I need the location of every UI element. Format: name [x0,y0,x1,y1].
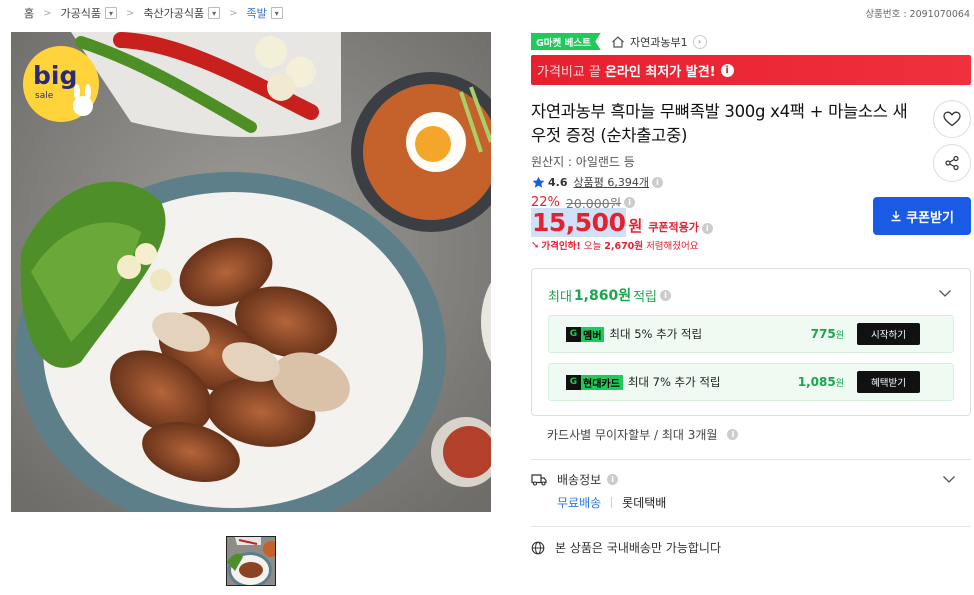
rewards-header[interactable]: 최대 1,860원 적립 i [548,285,672,305]
price-drop-prefix: 가격인하! [541,241,581,252]
reward-tag: G 멤버 [566,326,605,342]
gmarket-best-badge: G마켓 베스트 [531,33,601,50]
price-drop-text: 오늘 [583,241,602,252]
share-button[interactable] [933,144,971,182]
divider [611,497,613,508]
reward-text: 최대 7% 추가 적립 [627,375,721,389]
rewards-box: 최대 1,860원 적립 i G 멤버 최대 5% 추가 적립 775원 시작하기… [531,268,971,416]
installment-info: 카드사별 무이자할부 / 최대 3개월 i [547,426,739,443]
coupon-button-label: 쿠폰받기 [906,210,954,226]
product-main-image[interactable]: big sale [11,32,491,512]
truck-icon [531,474,547,486]
lowest-price-banner[interactable]: 가격비교 끝 온라인 최저가 발견! i [531,55,971,85]
reward-amount-unit: 원 [835,331,844,341]
gmarket-logo-icon: G [566,326,581,342]
gmarket-logo-icon: G [566,374,581,390]
chevron-down-icon[interactable]: ▾ [208,7,221,19]
divider [531,459,971,460]
share-icon [945,155,959,171]
reward-amount: 1,085원 [798,375,844,389]
rewards-head-amount: 1,860원 [573,288,632,304]
reward-tag-label: 멤버 [583,330,602,342]
reward-row-hyundai-card: G 현대카드 최대 7% 추가 적립 1,085원 혜택받기 [548,363,954,401]
thumbnail-image [227,537,275,585]
chevron-right-icon: › [692,34,707,49]
breadcrumb-separator-icon: > [126,7,135,19]
wishlist-button[interactable] [933,100,971,138]
reviews-count: 6,394개 [607,176,649,189]
carrier-name: 롯데택배 [622,496,667,510]
heart-icon [943,111,961,127]
reward-text: 최대 5% 추가 적립 [609,327,703,341]
shipping-details: 무료배송 롯데택배 [557,494,666,511]
download-icon [891,211,901,222]
reward-amount-value: 775 [810,327,836,341]
breadcrumb-separator-icon: > [229,7,238,19]
origin-text: 원산지 : 아일랜드 등 [531,155,635,169]
info-icon[interactable]: i [720,63,734,77]
reward-amount: 775원 [811,327,844,341]
info-icon[interactable]: i [652,176,663,188]
lowest-price-text: 온라인 최저가 발견! [604,64,716,80]
breadcrumb-processed-food[interactable]: 가공식품 [61,5,101,21]
breadcrumb-jokbal[interactable]: 족발 [247,5,267,21]
chevron-down-icon[interactable]: ▾ [105,7,117,19]
start-button[interactable]: 시작하기 [857,323,920,345]
sale-price-number: 15,500 [531,208,627,237]
reward-amount-value: 1,085 [797,375,836,389]
reward-tag-label: 현대카드 [583,378,620,390]
coupon-button[interactable]: 쿠폰받기 [873,197,971,235]
coupon-applied-label: 쿠폰적용가 [648,221,699,234]
info-icon[interactable]: i [624,197,636,208]
shop-link[interactable]: 자연과농부1 › [611,33,707,50]
arrow-down-icon: ➘ [531,239,540,251]
info-icon[interactable]: i [607,474,619,485]
breadcrumb: 홈 > 가공식품 ▾ > 축산가공식품 ▾ > 족발 ▾ [24,5,283,21]
reward-row-member: G 멤버 최대 5% 추가 적립 775원 시작하기 [548,315,954,353]
info-icon[interactable]: i [660,289,672,301]
sale-price-currency: 원 [628,217,643,235]
sale-badge-text: sale [35,91,54,101]
globe-icon [531,541,545,554]
breadcrumb-home[interactable]: 홈 [24,5,34,21]
divider [531,526,971,527]
rating: 4.6 상품평 6,394개 i [532,174,663,190]
chevron-down-icon[interactable] [938,286,952,300]
rewards-head-prefix: 최대 [548,289,572,305]
price-drop-amount: 2,670원 [604,241,644,252]
domestic-shipping-notice: 본 상품은 국내배송만 가능합니다 [531,539,721,556]
star-icon [532,176,545,188]
reviews-link[interactable]: 상품평 6,394개 [574,174,650,190]
rating-score: 4.6 [548,175,568,189]
info-icon[interactable]: i [701,223,713,234]
installment-text: 카드사별 무이자할부 / 최대 3개월 [547,428,718,442]
breadcrumb-separator-icon: > [43,7,52,19]
product-thumbnail[interactable] [226,536,276,586]
product-photo: big sale [11,32,491,512]
rewards-head-suffix: 적립 [633,289,658,305]
lowest-price-prefix: 가격비교 끝 [537,64,601,80]
big-sale-badge-text: big [33,61,77,90]
reviews-label: 상품평 [573,176,604,189]
product-title: 자연과농부 흑마늘 무뼈족발 300g x4팩 + 마늘소스 새우젓 증정 (순… [531,102,908,145]
shipping-label: 배송정보 [557,473,602,487]
product-number: 상품번호 : 2091070064 [865,9,970,20]
reward-amount-unit: 원 [835,379,844,389]
price-drop-suffix: 저렴해졌어요 [646,241,699,252]
chevron-down-icon[interactable]: ▾ [270,7,283,19]
benefit-button[interactable]: 혜택받기 [857,371,920,393]
sale-price: 15,500 원 쿠폰적용가 i [531,208,713,237]
info-icon[interactable]: i [727,429,739,440]
free-shipping-text: 무료배송 [557,496,602,510]
price-drop-notice: ➘ 가격인하! 오늘 2,670원 저렴해졌어요 [531,238,699,253]
shipping-info[interactable]: 배송정보 i [531,471,619,488]
reward-tag: G 현대카드 [566,374,623,390]
shop-name: 자연과농부1 [630,35,688,49]
breadcrumb-meat-products[interactable]: 축산가공식품 [143,5,204,21]
chevron-down-icon[interactable] [942,472,956,486]
shop-home-icon [612,35,624,48]
domestic-text: 본 상품은 국내배송만 가능합니다 [555,541,722,555]
